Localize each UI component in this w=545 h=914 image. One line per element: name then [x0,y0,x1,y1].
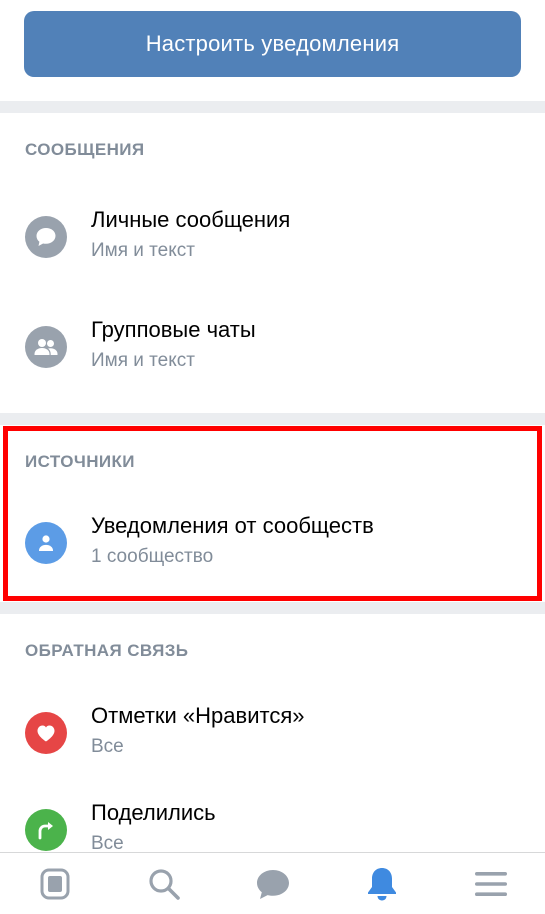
row-subtitle: Все [91,736,124,757]
section-header-feedback: ОБРАТНАЯ СВЯЗЬ [25,641,189,660]
news-icon [40,868,69,900]
tab-messages[interactable] [218,853,327,914]
tab-search[interactable] [109,853,218,914]
row-title: Поделились [91,800,216,825]
tab-menu[interactable] [436,853,545,914]
row-title: Личные сообщения [91,207,291,232]
section-feedback: ОБРАТНАЯ СВЯЗЬ Отметки «Нравится» Все По… [0,614,545,854]
section-header-messages: СООБЩЕНИЯ [25,140,145,159]
notifications-settings-screen: Настроить уведомления СООБЩЕНИЯ Личные с… [0,0,545,914]
group-icon [25,326,67,368]
row-community-notifications[interactable]: Уведомления от сообществ 1 сообщество [0,503,545,583]
search-icon [148,869,180,900]
configure-notifications-button[interactable]: Настроить уведомления [24,11,521,77]
share-icon [25,809,67,851]
row-title: Отметки «Нравится» [91,703,305,728]
bottom-tab-bar [0,852,545,914]
row-title: Групповые чаты [91,317,256,342]
user-icon [25,522,67,564]
messages-icon [256,870,289,899]
heart-icon [25,712,67,754]
row-subtitle: Имя и текст [91,240,195,261]
section-sources: ИСТОЧНИКИ Уведомления от сообществ 1 соо… [0,425,545,602]
row-likes[interactable]: Отметки «Нравится» Все [0,693,545,773]
row-title: Уведомления от сообществ [91,513,374,538]
bell-icon [367,868,396,901]
row-personal-messages[interactable]: Личные сообщения Имя и текст [0,197,545,277]
chat-bubble-icon [25,216,67,258]
menu-icon [474,872,507,896]
top-card: Настроить уведомления [0,0,545,101]
row-group-chats[interactable]: Групповые чаты Имя и текст [0,307,545,387]
tab-notifications[interactable] [327,853,436,914]
row-subtitle: 1 сообщество [91,546,214,567]
section-messages: СООБЩЕНИЯ Личные сообщения Имя и текст Г… [0,113,545,413]
row-subtitle: Имя и текст [91,350,195,371]
section-header-sources: ИСТОЧНИКИ [25,452,135,471]
tab-news[interactable] [0,853,109,914]
